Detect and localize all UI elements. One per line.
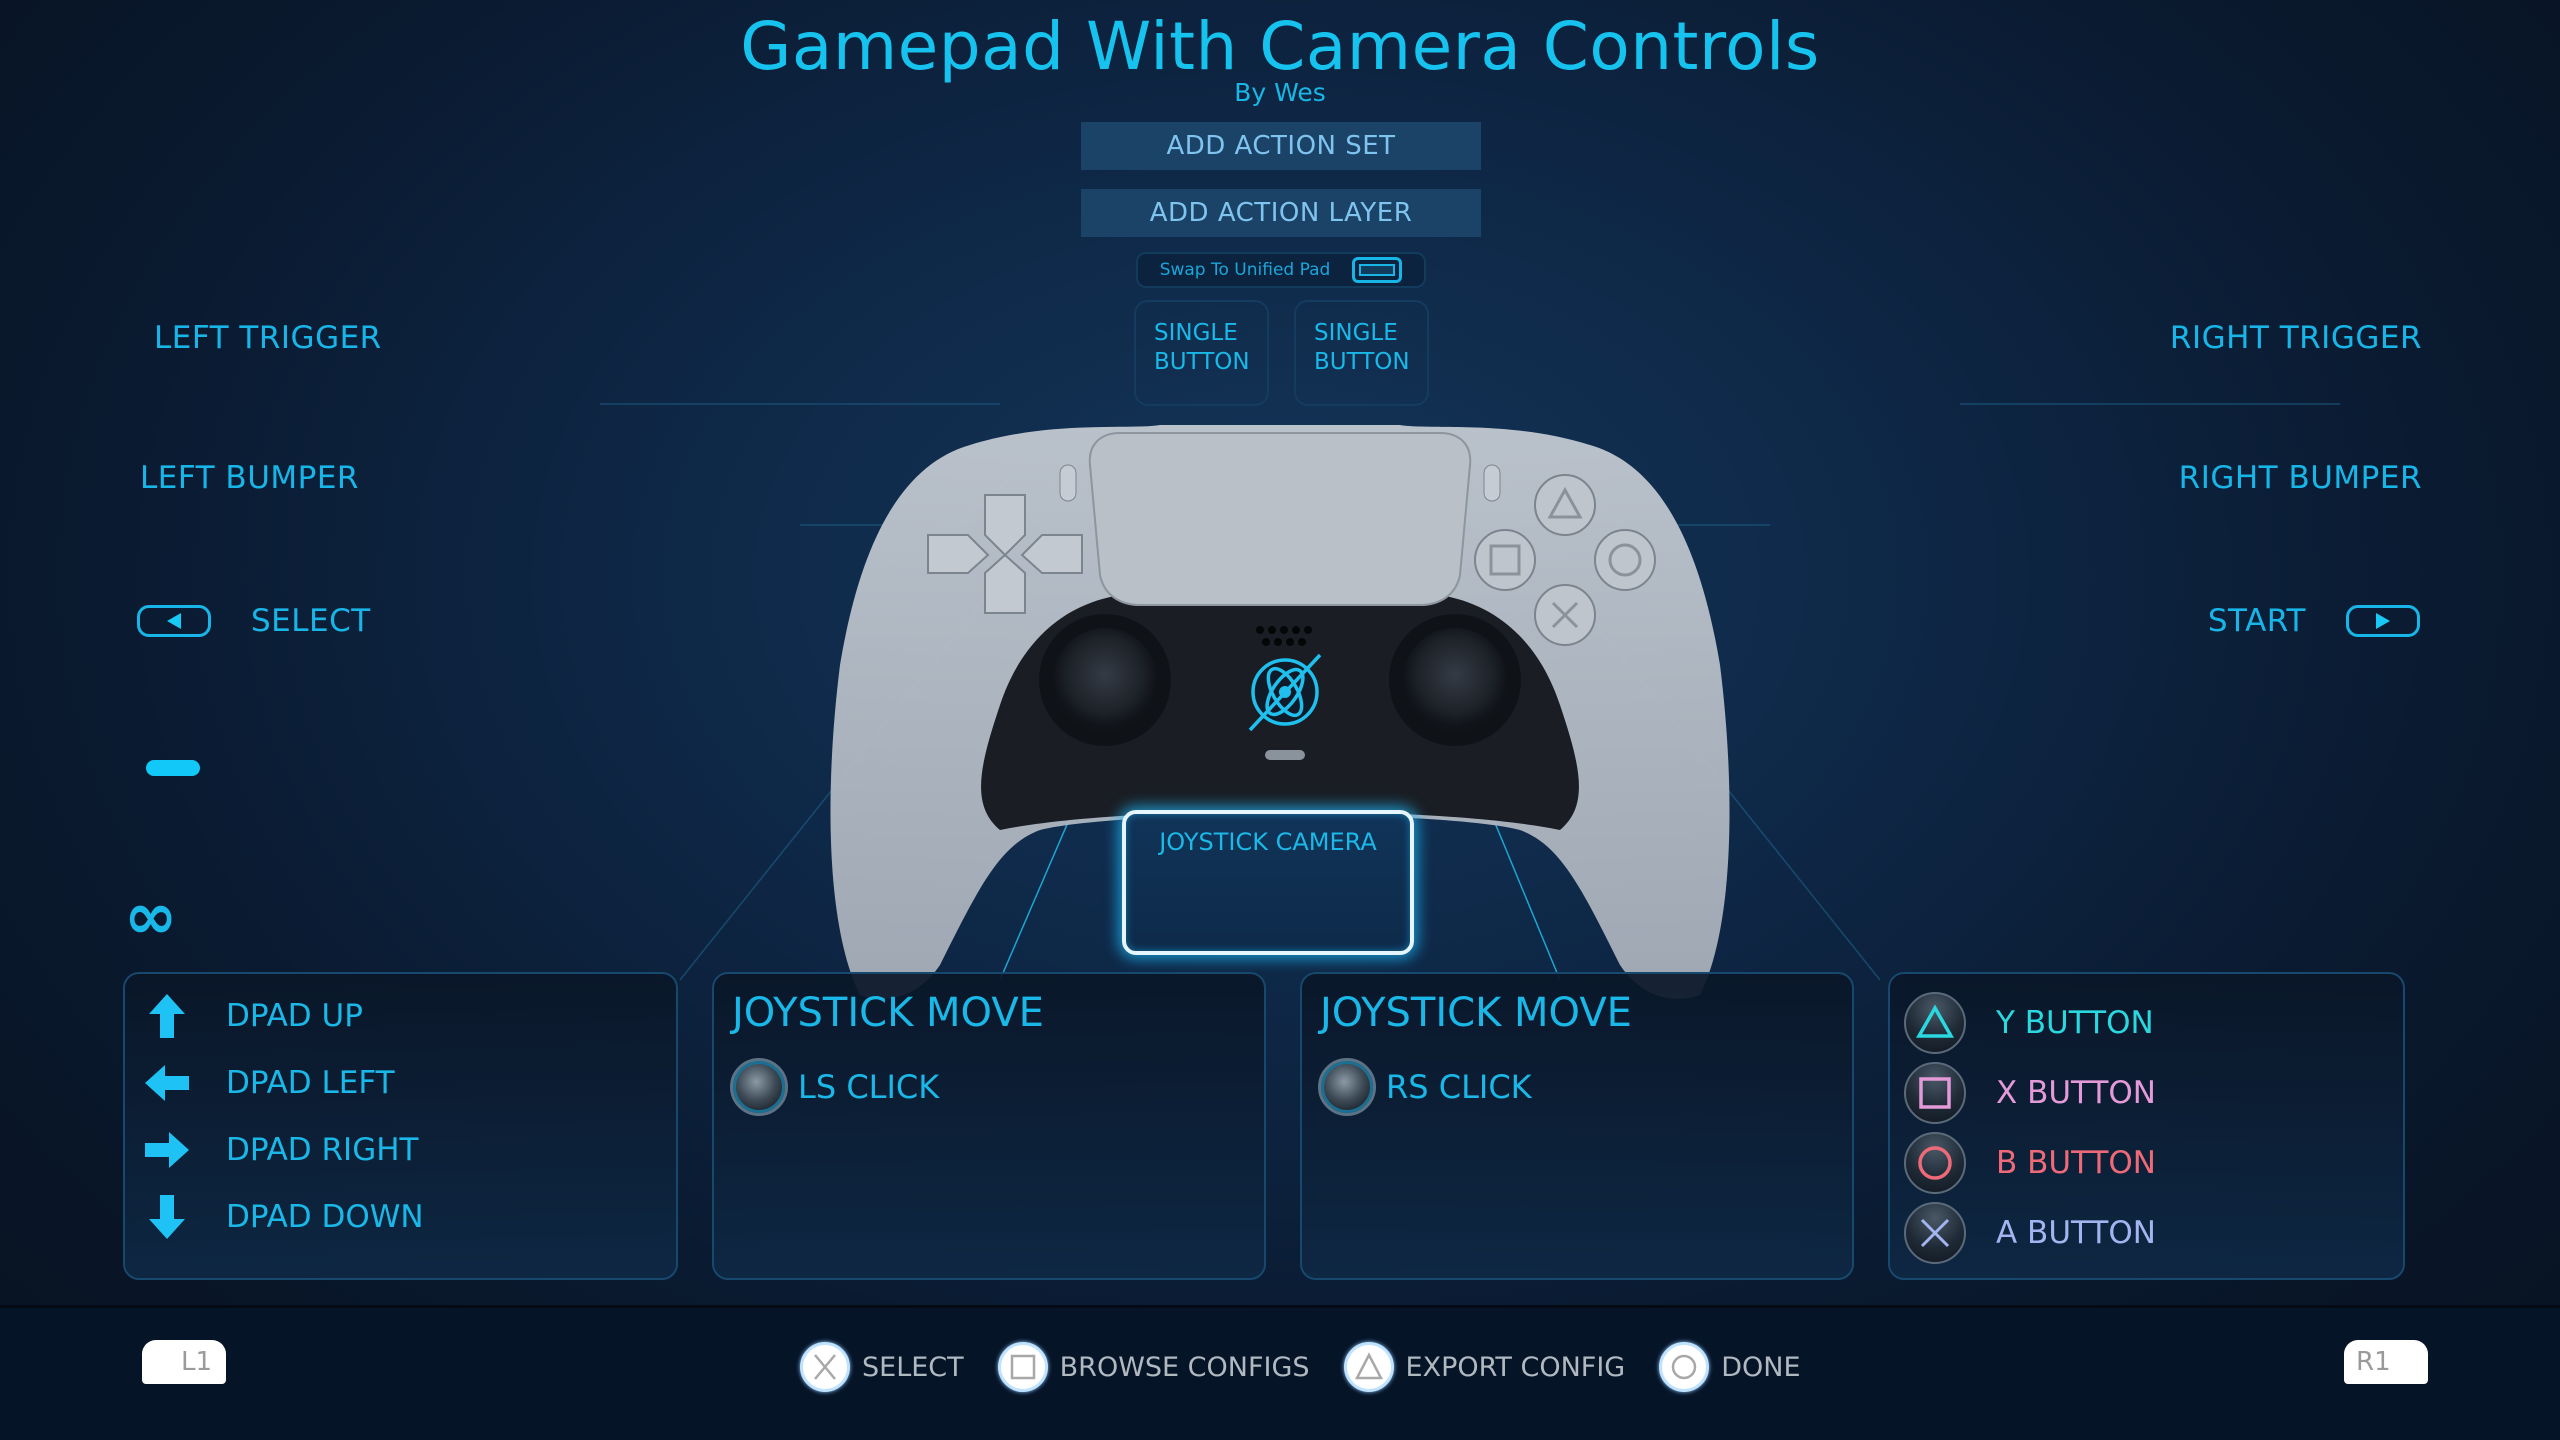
right-stick-mode: JOYSTICK MOVE bbox=[1320, 990, 1632, 1036]
arrow-up-icon bbox=[143, 992, 191, 1040]
right-stick-panel[interactable]: JOYSTICK MOVE RS CLICK bbox=[1300, 972, 1854, 1280]
face-button-label: B BUTTON bbox=[1996, 1145, 2156, 1181]
footer-action-label: EXPORT CONFIG bbox=[1405, 1351, 1626, 1383]
dpad-item[interactable]: DPAD UP bbox=[143, 992, 363, 1040]
swap-unified-pad-toggle[interactable]: Swap To Unified Pad bbox=[1136, 252, 1426, 288]
rs-click-binding[interactable]: RS CLICK bbox=[1318, 1058, 1532, 1116]
right-trigger-label[interactable]: RIGHT TRIGGER bbox=[2170, 320, 2422, 356]
unified-pad-icon bbox=[1352, 257, 1403, 283]
select-back-icon bbox=[137, 605, 211, 637]
dpad-label: DPAD DOWN bbox=[226, 1199, 424, 1235]
options-button bbox=[1483, 464, 1501, 502]
left-stick bbox=[1053, 628, 1157, 732]
start-forward-icon bbox=[2346, 605, 2420, 637]
triangle-icon bbox=[1343, 1342, 1394, 1392]
touchpad-dash-icon[interactable] bbox=[146, 760, 200, 776]
square-icon bbox=[1904, 1062, 1966, 1124]
start-label: START bbox=[2207, 603, 2306, 639]
triangle-icon bbox=[1904, 992, 1966, 1054]
add-action-set-button[interactable]: ADD ACTION SET bbox=[1081, 122, 1481, 170]
face-button-label: X BUTTON bbox=[1996, 1075, 2156, 1111]
right-touchpad-binding[interactable]: SINGLE BUTTON bbox=[1294, 300, 1429, 406]
face-button-label: Y BUTTON bbox=[1996, 1005, 2154, 1041]
left-touchpad-binding[interactable]: SINGLE BUTTON bbox=[1134, 300, 1269, 406]
create-button bbox=[1059, 464, 1077, 502]
touchpad bbox=[1088, 432, 1472, 606]
ls-click-binding[interactable]: LS CLICK bbox=[730, 1058, 939, 1116]
rs-click-label: RS CLICK bbox=[1386, 1068, 1532, 1106]
face-button-label: A BUTTON bbox=[1996, 1215, 2156, 1251]
footer-actions: SELECT BROWSE CONFIGS EXPORT CONFIG DONE bbox=[800, 1342, 1835, 1392]
left-trigger-label[interactable]: LEFT TRIGGER bbox=[154, 320, 382, 356]
face-button-item[interactable]: X BUTTON bbox=[1904, 1062, 2156, 1124]
joystick-camera-binding[interactable]: JOYSTICK CAMERA bbox=[1122, 810, 1414, 955]
face-buttons-panel[interactable]: Y BUTTON X BUTTON B BUTTON A BUTTON bbox=[1888, 972, 2405, 1280]
right-stick bbox=[1403, 628, 1507, 732]
arrow-left-icon bbox=[143, 1059, 191, 1107]
footer-select-button[interactable]: SELECT bbox=[800, 1342, 964, 1392]
binding-line1: SINGLE bbox=[1314, 320, 1398, 346]
dpad-label: DPAD RIGHT bbox=[226, 1132, 419, 1168]
dpad-item[interactable]: DPAD DOWN bbox=[143, 1193, 424, 1241]
arrow-down-icon bbox=[143, 1193, 191, 1241]
dpad-label: DPAD LEFT bbox=[226, 1065, 395, 1101]
dpad-panel[interactable]: DPAD UP DPAD LEFT DPAD RIGHT DPAD DOWN bbox=[123, 972, 678, 1280]
swap-label: Swap To Unified Pad bbox=[1159, 260, 1331, 280]
face-button-item[interactable]: Y BUTTON bbox=[1904, 992, 2154, 1054]
right-bumper-label[interactable]: RIGHT BUMPER bbox=[2179, 460, 2422, 496]
dpad-item[interactable]: DPAD RIGHT bbox=[143, 1126, 418, 1174]
footer-browse-configs-button[interactable]: BROWSE CONFIGS bbox=[997, 1342, 1310, 1392]
binding-line2: BUTTON bbox=[1314, 349, 1410, 375]
arrow-right-icon bbox=[143, 1126, 191, 1174]
mute-button bbox=[1265, 750, 1305, 760]
select-label: SELECT bbox=[251, 603, 371, 639]
footer-action-label: SELECT bbox=[862, 1351, 964, 1383]
select-binding[interactable]: SELECT bbox=[137, 603, 371, 639]
cross-icon bbox=[1904, 1202, 1966, 1264]
left-stick-mode: JOYSTICK MOVE bbox=[732, 990, 1044, 1036]
config-title: Gamepad With Camera Controls bbox=[740, 8, 1820, 85]
footer-action-label: DONE bbox=[1721, 1351, 1801, 1383]
footer-export-config-button[interactable]: EXPORT CONFIG bbox=[1343, 1342, 1626, 1392]
dpad-label: DPAD UP bbox=[226, 998, 363, 1034]
infinity-icon[interactable]: ∞ bbox=[124, 885, 177, 949]
binding-line2: BUTTON bbox=[1154, 349, 1250, 375]
dpad-item[interactable]: DPAD LEFT bbox=[143, 1059, 395, 1107]
config-author: By Wes bbox=[1234, 78, 1326, 107]
r1-button[interactable]: R1 bbox=[2344, 1340, 2428, 1384]
square-icon bbox=[997, 1342, 1048, 1392]
binding-line1: SINGLE bbox=[1154, 320, 1238, 346]
left-stick-icon bbox=[730, 1058, 788, 1116]
add-action-layer-button[interactable]: ADD ACTION LAYER bbox=[1081, 189, 1481, 237]
ls-click-label: LS CLICK bbox=[798, 1068, 940, 1106]
footer-action-label: BROWSE CONFIGS bbox=[1059, 1351, 1310, 1383]
circle-icon bbox=[1904, 1132, 1966, 1194]
face-button-item[interactable]: B BUTTON bbox=[1904, 1132, 2156, 1194]
l1-button[interactable]: L1 bbox=[142, 1340, 226, 1384]
footer-done-button[interactable]: DONE bbox=[1659, 1342, 1801, 1392]
left-stick-panel[interactable]: JOYSTICK MOVE LS CLICK bbox=[712, 972, 1266, 1280]
right-stick-icon bbox=[1318, 1058, 1376, 1116]
circle-icon bbox=[1659, 1342, 1710, 1392]
face-button-item[interactable]: A BUTTON bbox=[1904, 1202, 2156, 1264]
start-binding[interactable]: START bbox=[2208, 603, 2420, 639]
left-bumper-label[interactable]: LEFT BUMPER bbox=[140, 460, 359, 496]
cross-icon bbox=[800, 1342, 850, 1392]
